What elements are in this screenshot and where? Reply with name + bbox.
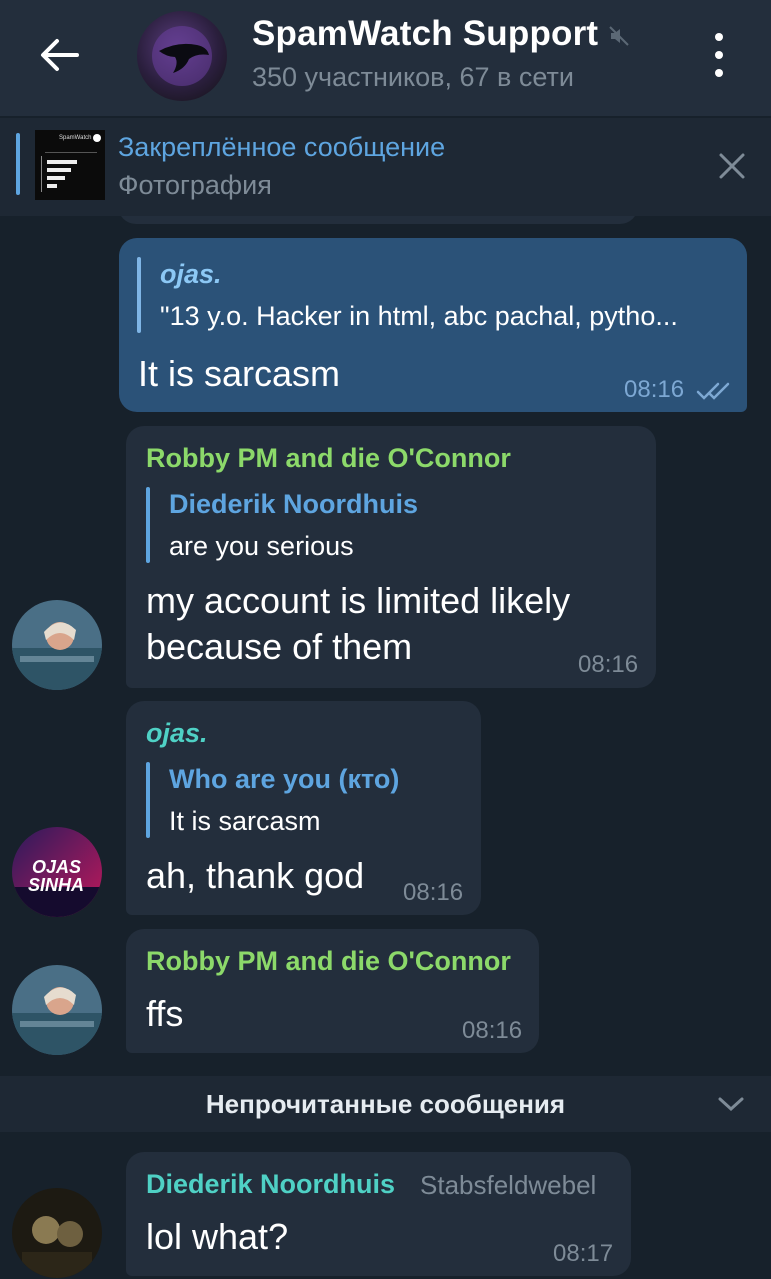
chevron-down-icon[interactable] <box>716 1092 746 1116</box>
message-time: 08:16 <box>624 376 685 403</box>
chat-header: SpamWatch Support 350 участников, 67 в с… <box>0 0 771 116</box>
svg-text:SpamWatch: SpamWatch <box>59 135 91 141</box>
message-time: 08:16 <box>403 879 464 906</box>
chat-title-row[interactable]: SpamWatch Support <box>252 14 630 54</box>
arrow-left-icon <box>41 39 79 71</box>
mute-icon <box>609 26 629 46</box>
message-time: 08:16 <box>578 651 639 678</box>
message-text: lol what? <box>146 1216 289 1257</box>
pinned-message-bar[interactable]: SpamWatch Закреплённое сообщение Фотогра… <box>0 118 771 216</box>
reply-text: "13 y.o. Hacker in html, abc pachal, pyt… <box>160 301 678 331</box>
unread-messages-divider: Непрочитанные сообщения <box>0 1076 771 1132</box>
svg-text:OJAS: OJAS <box>32 857 81 877</box>
sender-name[interactable]: Robby PM and die O'Connor <box>146 443 511 474</box>
chat-subtitle: 350 участников, 67 в сети <box>252 62 574 92</box>
pinned-accent-bar <box>16 133 20 195</box>
more-vertical-icon <box>715 33 723 41</box>
message-text: It is sarcasm <box>138 353 341 394</box>
reply-accent-bar <box>146 762 150 838</box>
pinned-thumbnail: SpamWatch <box>35 130 105 200</box>
sender-name[interactable]: Diederik Noordhuis <box>146 1169 395 1200</box>
pinned-text: Фотография <box>118 170 272 200</box>
double-check-icon <box>696 382 730 400</box>
message-text-line: my account is limited likely <box>146 580 571 621</box>
reply-name[interactable]: Diederik Noordhuis <box>169 489 418 520</box>
message-time: 08:16 <box>462 1017 523 1044</box>
reply-name[interactable]: ojas. <box>160 259 222 290</box>
sender-name[interactable]: ojas. <box>146 718 208 749</box>
admin-rank: Stabsfeldwebel <box>420 1170 597 1200</box>
pinned-title: Закреплённое сообщение <box>118 132 446 162</box>
group-avatar[interactable] <box>137 11 227 101</box>
message-text: ffs <box>146 993 184 1034</box>
message-time: 08:17 <box>553 1240 614 1267</box>
sender-name[interactable]: Robby PM and die O'Connor <box>146 946 511 977</box>
raven-logo <box>152 26 212 86</box>
message-text-line: because of them <box>146 626 413 667</box>
message-text: ah, thank god <box>146 855 365 896</box>
reply-name[interactable]: Who are you (кто) <box>169 764 399 795</box>
svg-text:SINHA: SINHA <box>28 875 84 895</box>
unread-label: Непрочитанные сообщения <box>205 1089 566 1119</box>
chat-title: SpamWatch Support <box>252 14 599 53</box>
avatar[interactable] <box>12 965 102 1055</box>
reply-accent-bar <box>146 487 150 563</box>
reply-text: It is sarcasm <box>169 806 321 836</box>
avatar[interactable] <box>12 1188 102 1278</box>
more-menu-button[interactable] <box>702 33 736 77</box>
back-button[interactable] <box>34 30 84 80</box>
avatar[interactable]: OJAS SINHA <box>12 827 102 917</box>
avatar[interactable] <box>12 600 102 690</box>
reply-text: are you serious <box>169 531 354 561</box>
close-icon[interactable] <box>716 150 748 182</box>
reply-accent-bar <box>137 257 141 333</box>
